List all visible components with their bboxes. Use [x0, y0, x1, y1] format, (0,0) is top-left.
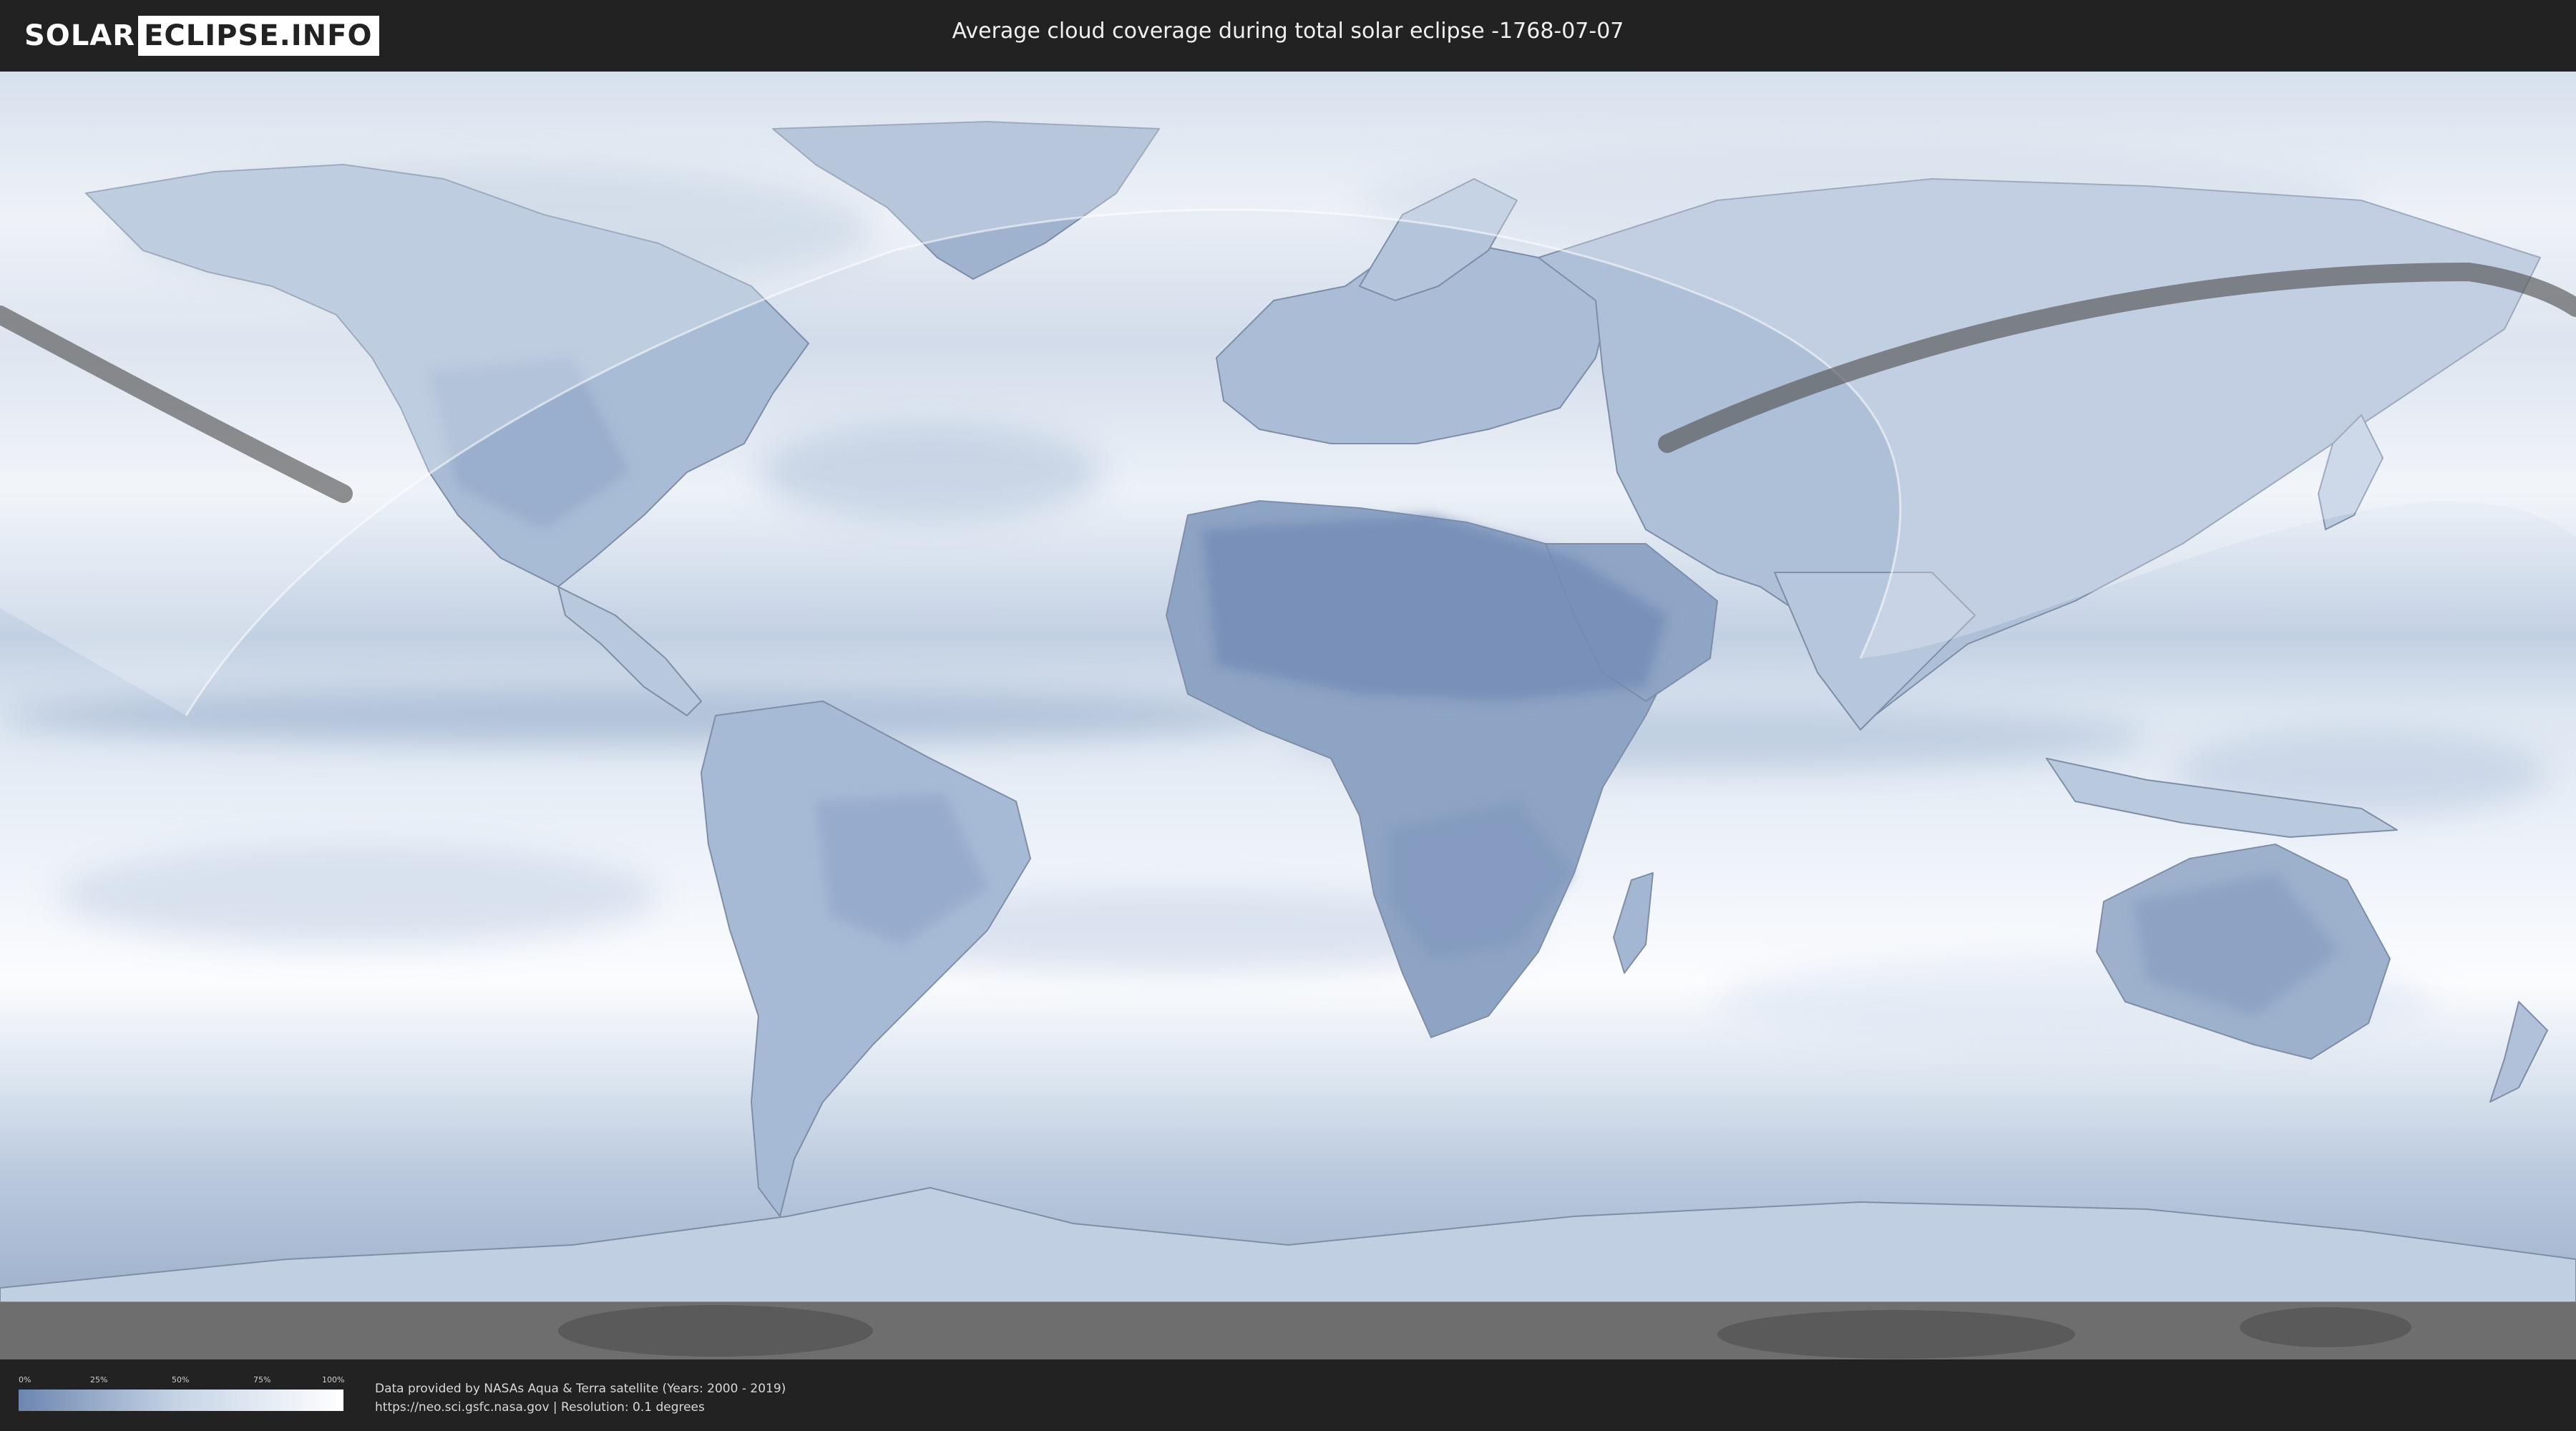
legend-tick-75: 75%	[253, 1375, 271, 1384]
page-title: Average cloud coverage during total sola…	[952, 19, 1624, 44]
cloud-coverage-map	[0, 72, 2576, 1359]
no-data-band	[0, 1302, 2576, 1359]
map-canvas	[0, 72, 2576, 1359]
credits-line-2: https://neo.sci.gsfc.nasa.gov | Resoluti…	[375, 1400, 705, 1415]
legend-tick-50: 50%	[172, 1375, 190, 1384]
data-credits: Data provided by NASAs Aqua & Terra sate…	[375, 1379, 786, 1417]
cloud-coverage-legend: 0% 25% 50% 75% 100%	[19, 1375, 345, 1411]
legend-tick-100: 100%	[322, 1375, 345, 1384]
footer-bar: 0% 25% 50% 75% 100% Data provided by NAS…	[0, 1359, 2576, 1431]
legend-tick-0: 0%	[19, 1375, 31, 1384]
legend-color-scale	[19, 1390, 343, 1411]
header-bar: SOLAR ECLIPSE.INFO Average cloud coverag…	[0, 0, 2576, 72]
legend-ticks: 0% 25% 50% 75% 100%	[19, 1375, 345, 1388]
legend-tick-25: 25%	[90, 1375, 108, 1384]
credits-line-1: Data provided by NASAs Aqua & Terra sate…	[375, 1382, 786, 1396]
